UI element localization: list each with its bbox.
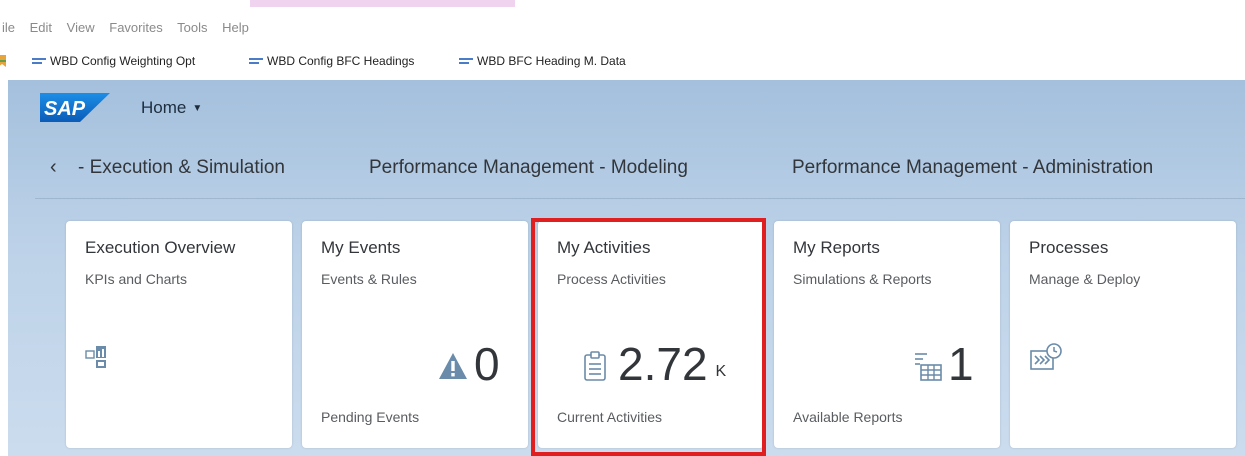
favorites-bar: WBD Config Weighting Opt WBD Config BFC …	[0, 44, 1245, 80]
tile-footer: Available Reports	[793, 409, 903, 425]
menu-view[interactable]: View	[67, 20, 95, 35]
fiori-launchpad: SAP Home ▼ ‹ - Execution & Simulation Pe…	[8, 80, 1245, 456]
warning-icon	[439, 353, 467, 379]
tile-title: My Activities	[557, 238, 651, 257]
tile-subtitle: KPIs and Charts	[85, 271, 187, 287]
favorite-link-heading-m-data[interactable]: WBD BFC Heading M. Data	[459, 54, 626, 68]
tile-subtitle: Simulations & Reports	[793, 271, 932, 287]
kpi-scale: K	[715, 363, 727, 380]
menu-tools[interactable]: Tools	[177, 20, 207, 35]
tile-title: Processes	[1029, 238, 1109, 257]
kpi-chart-icon	[85, 346, 106, 368]
tile-footer: Pending Events	[321, 409, 420, 425]
tab-divider	[35, 198, 1245, 199]
home-label: Home	[141, 98, 187, 117]
tile-title: My Events	[321, 238, 401, 257]
menu-edit[interactable]: Edit	[30, 20, 52, 35]
group-tab-bar: ‹ - Execution & Simulation Performance M…	[8, 144, 1245, 199]
menu-file[interactable]: ile	[2, 20, 15, 35]
browser-menu-bar: ile Edit View Favorites Tools Help	[0, 0, 1245, 44]
tab-performance-administration[interactable]: Performance Management - Administration	[792, 157, 1153, 179]
kpi-value: 0	[474, 338, 500, 390]
kpi-value: 1	[948, 338, 974, 390]
sap-logo[interactable]: SAP	[40, 93, 110, 122]
tile-my-activities[interactable]: My Activities Process Activities 2.72 K …	[538, 221, 764, 448]
tile-my-reports[interactable]: My Reports Simulations & Reports 1 Avail…	[774, 221, 1000, 448]
tile-title: My Reports	[793, 238, 880, 257]
favorite-link-weighting-opt[interactable]: WBD Config Weighting Opt	[32, 54, 195, 68]
shell-header: SAP Home ▼	[8, 80, 1245, 138]
menu-help[interactable]: Help	[222, 20, 249, 35]
tile-subtitle: Process Activities	[557, 271, 666, 287]
tile-my-events[interactable]: My Events Events & Rules 0 Pending Event…	[302, 221, 528, 448]
report-table-icon	[915, 353, 942, 381]
favorites-star-icon[interactable]	[0, 54, 8, 68]
tile-execution-overview[interactable]: Execution Overview KPIs and Charts	[66, 221, 292, 448]
tile-kpi: 2.72 K	[584, 339, 726, 389]
kpi-value: 2.72	[618, 338, 708, 390]
tile-subtitle: Manage & Deploy	[1029, 271, 1141, 287]
menu-favorites[interactable]: Favorites	[109, 20, 162, 35]
tile-subtitle: Events & Rules	[321, 271, 417, 287]
sap-logo-text: SAP	[44, 98, 86, 120]
tile-kpi: 0	[438, 339, 500, 389]
sap-page-icon	[249, 57, 263, 65]
sap-page-icon	[459, 57, 473, 65]
menubar-accent-strip	[250, 0, 515, 7]
tile-footer: Current Activities	[557, 409, 663, 425]
favorite-label: WBD Config BFC Headings	[267, 54, 415, 68]
chevron-left-icon[interactable]: ‹	[50, 156, 57, 179]
tile-processes[interactable]: Processes Manage & Deploy	[1010, 221, 1236, 448]
clipboard-icon	[584, 351, 606, 381]
home-menu-button[interactable]: Home ▼	[141, 98, 202, 118]
browser-menu: ile Edit View Favorites Tools Help	[2, 20, 260, 35]
caret-down-icon: ▼	[192, 102, 203, 114]
sap-page-icon	[32, 57, 46, 65]
tab-performance-modeling[interactable]: Performance Management - Modeling	[369, 157, 688, 179]
tile-title: Execution Overview	[85, 238, 236, 257]
favorite-label: WBD Config Weighting Opt	[50, 54, 196, 68]
favorite-link-bfc-headings[interactable]: WBD Config BFC Headings	[249, 54, 414, 68]
tile-kpi: 1	[914, 339, 974, 389]
tab-execution-simulation[interactable]: - Execution & Simulation	[78, 157, 285, 179]
favorite-label: WBD BFC Heading M. Data	[477, 54, 626, 68]
process-deploy-icon	[1030, 343, 1062, 370]
